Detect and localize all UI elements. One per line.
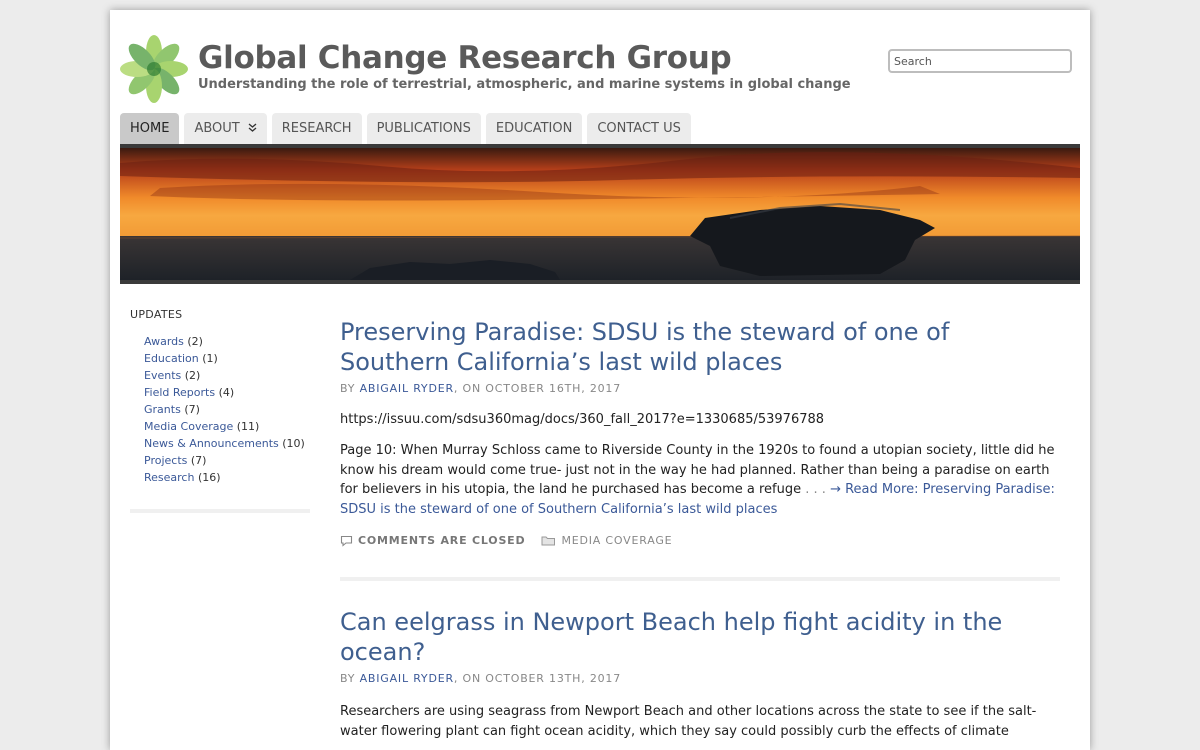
category-item: Research (16) <box>144 471 310 485</box>
post-category: MEDIA COVERAGE <box>541 534 672 547</box>
category-item: Projects (7) <box>144 454 310 468</box>
category-link-events[interactable]: Events <box>144 369 181 382</box>
post: Can eelgrass in Newport Beach help fight… <box>340 607 1060 741</box>
sidebar-title: UPDATES <box>130 308 183 321</box>
nav-item-label: EDUCATION <box>495 121 573 136</box>
category-item: Awards (2) <box>144 335 310 349</box>
category-item: Media Coverage (11) <box>144 420 310 434</box>
category-item: Education (1) <box>144 352 310 366</box>
category-link-field-reports[interactable]: Field Reports <box>144 386 215 399</box>
site-title[interactable]: Global Change Research Group <box>198 40 732 76</box>
comments-status: COMMENTS ARE CLOSED <box>340 534 525 547</box>
post-date: , ON OCTOBER 13TH, 2017 <box>453 672 622 686</box>
logo-flower-icon <box>120 35 188 103</box>
comment-bubble-icon <box>340 535 353 547</box>
nav-item-research[interactable]: RESEARCH <box>271 113 362 144</box>
post-ellipsis: . . . <box>801 482 831 498</box>
category-link-news-announcements[interactable]: News & Announcements <box>144 437 279 450</box>
category-item: News & Announcements (10) <box>144 437 310 451</box>
category-count: (1) <box>202 352 218 365</box>
category-count: (2) <box>187 335 203 348</box>
post: Preserving Paradise: SDSU is the steward… <box>340 317 1060 582</box>
post-footer: COMMENTS ARE CLOSED MEDIA COVERAGE <box>340 534 1060 547</box>
category-item: Grants (7) <box>144 403 310 417</box>
sidebar: UPDATES Awards (2) Education (1) Events … <box>130 308 310 513</box>
search-input[interactable] <box>888 49 1072 73</box>
category-link-education[interactable]: Education <box>144 352 199 365</box>
post-excerpt: Researchers are using seagrass from Newp… <box>340 702 1060 741</box>
category-count: (2) <box>184 369 201 382</box>
category-link-awards[interactable]: Awards <box>144 335 184 348</box>
nav-item-label: HOME <box>130 121 170 136</box>
comments-label: COMMENTS ARE CLOSED <box>358 534 526 548</box>
header-banner-image <box>120 148 1080 280</box>
post-excerpt-text: Researchers are using seagrass from Newp… <box>340 704 1037 739</box>
site-tagline: Understanding the role of terrestrial, a… <box>198 77 851 92</box>
category-item: Events (2) <box>144 369 310 383</box>
post-excerpt: Page 10: When Murray Schloss came to Riv… <box>340 441 1060 519</box>
nav-item-label: RESEARCH <box>281 121 352 136</box>
post-meta: BY ABIGAIL RYDER, ON OCTOBER 13TH, 2017 <box>340 672 1060 685</box>
category-count: (10) <box>282 437 305 450</box>
category-count: (7) <box>184 403 200 416</box>
sidebar-divider <box>130 509 310 513</box>
nav-item-label: CONTACT US <box>597 121 681 136</box>
double-chevron-down-icon <box>248 123 257 135</box>
post-by: BY <box>340 382 356 395</box>
nav-item-label: PUBLICATIONS <box>376 121 471 136</box>
folder-icon <box>541 536 556 546</box>
category-item: Field Reports (4) <box>144 386 310 400</box>
category-count: (7) <box>190 454 207 467</box>
post-author-link[interactable]: ABIGAIL RYDER <box>360 672 454 685</box>
nav-item-education[interactable]: EDUCATION <box>485 113 583 144</box>
post-date: , ON OCTOBER 16TH, 2017 <box>453 382 622 395</box>
post-divider <box>340 577 1060 582</box>
category-count: (4) <box>218 386 235 399</box>
category-list: Awards (2) Education (1) Events (2) Fiel… <box>130 335 310 485</box>
nav-item-about[interactable]: ABOUT <box>184 113 267 144</box>
site-logo[interactable] <box>120 35 188 103</box>
post-title[interactable]: Can eelgrass in Newport Beach help fight… <box>340 607 1060 667</box>
main-nav: HOME ABOUT RESEARCH PUBLICATIONS EDUCATI… <box>120 113 696 144</box>
category-link-research[interactable]: Research <box>144 471 194 484</box>
post-by: BY <box>340 672 356 686</box>
post-title[interactable]: Preserving Paradise: SDSU is the steward… <box>340 317 1060 377</box>
category-link-projects[interactable]: Projects <box>144 454 187 467</box>
banner-bottom-border <box>120 280 1080 284</box>
category-link-grants[interactable]: Grants <box>144 403 181 416</box>
nav-item-label: ABOUT <box>194 121 240 136</box>
category-count: (16) <box>197 471 221 484</box>
page: Global Change Research Group Understandi… <box>110 10 1090 750</box>
category-link-media-coverage[interactable]: Media Coverage <box>144 420 233 433</box>
category-link[interactable]: MEDIA COVERAGE <box>561 534 672 547</box>
nav-item-publications[interactable]: PUBLICATIONS <box>366 113 481 144</box>
post-meta: BY ABIGAIL RYDER, ON OCTOBER 16TH, 2017 <box>340 382 1060 395</box>
nav-item-home[interactable]: HOME <box>120 113 180 144</box>
post-author-link[interactable]: ABIGAIL RYDER <box>360 382 454 395</box>
nav-item-contact-us[interactable]: CONTACT US <box>587 113 691 144</box>
main-content: Preserving Paradise: SDSU is the steward… <box>340 317 1060 742</box>
post-url: https://issuu.com/sdsu360mag/docs/360_fa… <box>340 412 825 427</box>
category-count: (11) <box>236 420 260 433</box>
